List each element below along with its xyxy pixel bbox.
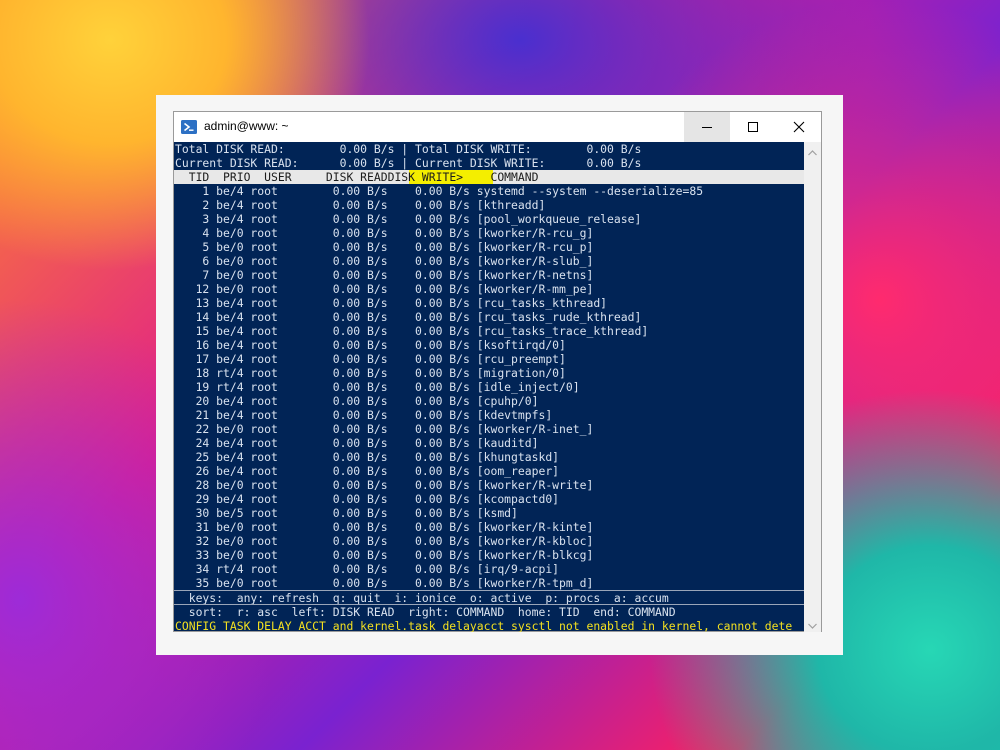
process-row[interactable]: 1 be/4 root 0.00 B/s 0.00 B/s systemd --… [175, 184, 703, 198]
terminal-content[interactable]: Total DISK READ: 0.00 B/s | Total DISK W… [174, 142, 804, 632]
column-header-right: COMMAND [463, 170, 539, 184]
vertical-scrollbar[interactable] [804, 142, 821, 632]
process-row[interactable]: 17 be/4 root 0.00 B/s 0.00 B/s [rcu_pree… [175, 352, 566, 366]
close-icon [793, 118, 805, 137]
chevron-up-icon [808, 141, 817, 160]
close-button[interactable] [776, 112, 822, 142]
column-header-sorted[interactable]: DISK WRITE> [388, 170, 463, 184]
terminal-window[interactable]: admin@www: ~ Total DISK READ: 0.00 B/s |… [173, 111, 822, 632]
chevron-down-icon [808, 614, 817, 633]
process-row[interactable]: 21 be/4 root 0.00 B/s 0.00 B/s [kdevtmpf… [175, 408, 553, 422]
process-row[interactable]: 16 be/4 root 0.00 B/s 0.00 B/s [ksoftirq… [175, 338, 566, 352]
process-row[interactable]: 22 be/0 root 0.00 B/s 0.00 B/s [kworker/… [175, 422, 594, 436]
process-row[interactable]: 12 be/0 root 0.00 B/s 0.00 B/s [kworker/… [175, 282, 594, 296]
warning-message: CONFIG_TASK_DELAY_ACCT and kernel.task_d… [175, 619, 793, 632]
title-bar[interactable]: admin@www: ~ [174, 112, 821, 142]
scroll-down-button[interactable] [804, 615, 821, 632]
process-row[interactable]: 13 be/4 root 0.00 B/s 0.00 B/s [rcu_task… [175, 296, 607, 310]
process-row[interactable]: 18 rt/4 root 0.00 B/s 0.00 B/s [migratio… [175, 366, 566, 380]
maximize-button[interactable] [730, 112, 776, 142]
window-title: admin@www: ~ [204, 119, 289, 133]
process-row[interactable]: 15 be/4 root 0.00 B/s 0.00 B/s [rcu_task… [175, 324, 649, 338]
process-row[interactable]: 20 be/4 root 0.00 B/s 0.00 B/s [cpuhp/0] [175, 394, 539, 408]
column-header[interactable]: TID PRIO USER DISK READDISK WRITE> COMMA… [175, 170, 539, 184]
process-row[interactable]: 35 be/0 root 0.00 B/s 0.00 B/s [kworker/… [175, 576, 594, 590]
scroll-up-button[interactable] [804, 142, 821, 159]
sort-help-line: sort: r: asc left: DISK READ right: COMM… [175, 605, 676, 619]
process-row[interactable]: 5 be/0 root 0.00 B/s 0.00 B/s [kworker/R… [175, 240, 593, 254]
process-row[interactable]: 29 be/4 root 0.00 B/s 0.00 B/s [kcompact… [175, 492, 559, 506]
process-row[interactable]: 31 be/0 root 0.00 B/s 0.00 B/s [kworker/… [175, 520, 594, 534]
process-row[interactable]: 33 be/0 root 0.00 B/s 0.00 B/s [kworker/… [175, 548, 594, 562]
process-row[interactable]: 6 be/0 root 0.00 B/s 0.00 B/s [kworker/R… [175, 254, 593, 268]
minimize-button[interactable] [684, 112, 730, 142]
process-row[interactable]: 34 rt/4 root 0.00 B/s 0.00 B/s [irq/9-ac… [175, 562, 559, 576]
process-row[interactable]: 25 be/4 root 0.00 B/s 0.00 B/s [khungtas… [175, 450, 559, 464]
summary-total-line: Total DISK READ: 0.00 B/s | Total DISK W… [175, 142, 642, 156]
powershell-icon [181, 119, 197, 135]
process-row[interactable]: 32 be/0 root 0.00 B/s 0.00 B/s [kworker/… [175, 534, 594, 548]
process-row[interactable]: 28 be/0 root 0.00 B/s 0.00 B/s [kworker/… [175, 478, 594, 492]
process-row[interactable]: 2 be/4 root 0.00 B/s 0.00 B/s [kthreadd] [175, 198, 545, 212]
keys-help-line: keys: any: refresh q: quit i: ionice o: … [175, 591, 669, 605]
process-row[interactable]: 30 be/5 root 0.00 B/s 0.00 B/s [ksmd] [175, 506, 518, 520]
summary-current-line: Current DISK READ: 0.00 B/s | Current DI… [175, 156, 642, 170]
process-row[interactable]: 24 be/4 root 0.00 B/s 0.00 B/s [kauditd] [175, 436, 539, 450]
process-row[interactable]: 14 be/4 root 0.00 B/s 0.00 B/s [rcu_task… [175, 310, 642, 324]
column-header-left: TID PRIO USER DISK READ [175, 170, 388, 184]
process-row[interactable]: 4 be/0 root 0.00 B/s 0.00 B/s [kworker/R… [175, 226, 593, 240]
process-row[interactable]: 3 be/4 root 0.00 B/s 0.00 B/s [pool_work… [175, 212, 641, 226]
maximize-icon [747, 118, 759, 137]
process-row[interactable]: 19 rt/4 root 0.00 B/s 0.00 B/s [idle_inj… [175, 380, 580, 394]
minimize-icon [701, 118, 713, 137]
process-row[interactable]: 7 be/0 root 0.00 B/s 0.00 B/s [kworker/R… [175, 268, 593, 282]
process-row[interactable]: 26 be/4 root 0.00 B/s 0.00 B/s [oom_reap… [175, 464, 559, 478]
